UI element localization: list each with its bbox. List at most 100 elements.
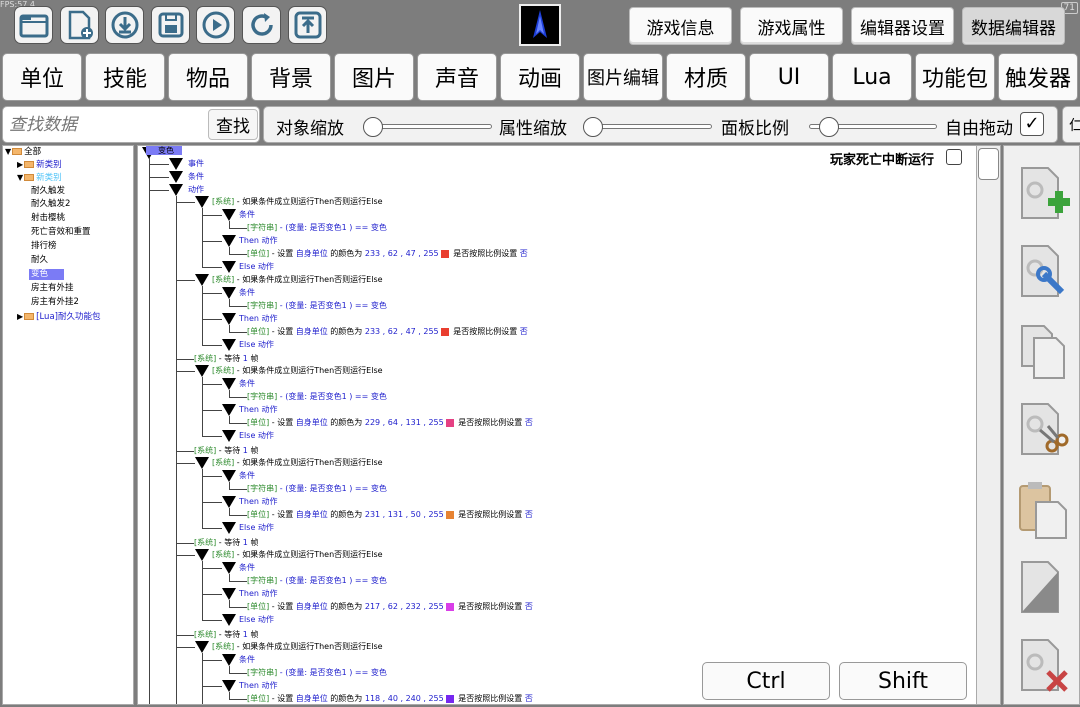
tree-leaf[interactable]: 射击樱桃	[31, 213, 65, 224]
category-item[interactable]: 物品	[168, 53, 248, 101]
wait-action[interactable]: [系统] - 等待 1 帧	[194, 354, 258, 364]
trigger-root[interactable]: 变色	[146, 146, 182, 156]
else-actions-node[interactable]: Else 动作	[239, 340, 274, 350]
tree-node-folder[interactable]: ▶ 新类别	[17, 159, 62, 171]
collapse-arrow-icon[interactable]	[169, 171, 183, 183]
collapse-arrow-icon[interactable]	[169, 158, 183, 170]
string-compare-condition[interactable]: [字符串] - (变量: 是否变色1 ) == 变色	[247, 223, 387, 233]
then-actions-node[interactable]: Then 动作	[239, 405, 278, 415]
collapse-arrow-icon[interactable]	[195, 549, 209, 561]
ctrl-key-button[interactable]: Ctrl	[702, 662, 830, 700]
search-input[interactable]	[9, 113, 205, 137]
if-then-else-action[interactable]: [系统] - 如果条件成立则运行Then否则运行Else	[212, 458, 383, 468]
then-actions-node[interactable]: Then 动作	[239, 589, 278, 599]
tab-game-attributes[interactable]: 游戏属性	[740, 7, 843, 45]
else-actions-node[interactable]: Else 动作	[239, 431, 274, 441]
category-image[interactable]: 图片	[334, 53, 414, 101]
wait-action[interactable]: [系统] - 等待 1 帧	[194, 446, 258, 456]
if-condition-node[interactable]: 条件	[239, 563, 255, 573]
category-trigger[interactable]: 触发器	[998, 53, 1078, 101]
collapse-arrow-icon[interactable]	[222, 496, 236, 508]
collapse-arrow-icon[interactable]	[222, 287, 236, 299]
set-color-action[interactable]: [单位] - 设置 自身单位 的颜色为 231 , 131 , 50 , 255…	[247, 510, 533, 520]
page-button[interactable]	[1018, 558, 1070, 618]
wait-action[interactable]: [系统] - 等待 1 帧	[194, 630, 258, 640]
panel-ratio-slider[interactable]	[809, 117, 937, 137]
tree-node-all[interactable]: ▼ 全部	[5, 146, 41, 158]
condition-node[interactable]: 条件	[188, 172, 204, 182]
tree-node-folder-open[interactable]: ▼ 新类别	[17, 172, 62, 184]
category-lua[interactable]: Lua	[832, 53, 912, 101]
category-unit[interactable]: 单位	[2, 53, 82, 101]
collapse-arrow-icon[interactable]	[222, 562, 236, 574]
tree-leaf-selected[interactable]: 变色	[29, 269, 64, 280]
object-zoom-slider[interactable]	[363, 117, 492, 137]
overflow-control[interactable]: 仁	[1062, 106, 1080, 143]
collapse-arrow-icon[interactable]	[222, 522, 236, 534]
collapse-arrow-icon[interactable]	[222, 235, 236, 247]
play-button[interactable]	[196, 6, 235, 44]
category-image-edit[interactable]: 图片编辑	[583, 53, 663, 101]
attribute-zoom-slider[interactable]	[583, 117, 712, 137]
delete-button[interactable]	[1018, 636, 1070, 696]
if-condition-node[interactable]: 条件	[239, 210, 255, 220]
then-actions-node[interactable]: Then 动作	[239, 681, 278, 691]
collapse-arrow-icon[interactable]	[195, 457, 209, 469]
collapse-arrow-icon[interactable]	[222, 470, 236, 482]
then-actions-node[interactable]: Then 动作	[239, 236, 278, 246]
collapse-arrow-icon[interactable]	[222, 313, 236, 325]
add-button[interactable]	[1018, 164, 1070, 224]
collapse-arrow-icon[interactable]	[222, 680, 236, 692]
category-animation[interactable]: 动画	[500, 53, 580, 101]
event-node[interactable]: 事件	[188, 159, 204, 169]
upload-button[interactable]	[288, 6, 327, 44]
collapse-arrow-icon[interactable]	[222, 339, 236, 351]
new-file-button[interactable]	[60, 6, 99, 44]
tree-leaf[interactable]: 死亡音效和重置	[31, 227, 91, 238]
if-condition-node[interactable]: 条件	[239, 471, 255, 481]
collapse-arrow-icon[interactable]	[222, 654, 236, 666]
tree-leaf[interactable]: 耐久	[31, 255, 48, 266]
if-then-else-action[interactable]: [系统] - 如果条件成立则运行Then否则运行Else	[212, 642, 383, 652]
tree-leaf[interactable]: 排行榜	[31, 241, 57, 252]
tab-data-editor[interactable]: 数据编辑器	[962, 7, 1065, 45]
wait-action[interactable]: [系统] - 等待 1 帧	[194, 538, 258, 548]
set-color-action[interactable]: [单位] - 设置 自身单位 的颜色为 229 , 64 , 131 , 255…	[247, 418, 533, 428]
collapse-arrow-icon[interactable]	[195, 196, 209, 208]
category-material[interactable]: 材质	[666, 53, 746, 101]
tree-leaf[interactable]: 房主有外挂	[31, 283, 74, 294]
string-compare-condition[interactable]: [字符串] - (变量: 是否变色1 ) == 变色	[247, 668, 387, 678]
vertical-scrollbar[interactable]	[976, 146, 1000, 704]
else-actions-node[interactable]: Else 动作	[239, 262, 274, 272]
category-ui[interactable]: UI	[749, 53, 829, 101]
tree-leaf[interactable]: 耐久触发2	[31, 199, 70, 210]
collapse-arrow-icon[interactable]	[222, 261, 236, 273]
set-color-action[interactable]: [单位] - 设置 自身单位 的颜色为 118 , 40 , 240 , 255…	[247, 694, 533, 704]
collapse-arrow-icon[interactable]	[169, 184, 183, 196]
string-compare-condition[interactable]: [字符串] - (变量: 是否变色1 ) == 变色	[247, 301, 387, 311]
edit-button[interactable]	[1018, 242, 1070, 302]
refresh-button[interactable]	[242, 6, 281, 44]
slider-knob[interactable]	[363, 117, 383, 137]
string-compare-condition[interactable]: [字符串] - (变量: 是否变色1 ) == 变色	[247, 392, 387, 402]
category-package[interactable]: 功能包	[915, 53, 995, 101]
collapse-arrow-icon[interactable]	[222, 404, 236, 416]
if-then-else-action[interactable]: [系统] - 如果条件成立则运行Then否则运行Else	[212, 197, 383, 207]
copy-button[interactable]	[1018, 322, 1070, 382]
set-color-action[interactable]: [单位] - 设置 自身单位 的颜色为 233 , 62 , 47 , 255 …	[247, 249, 528, 259]
slider-knob[interactable]	[819, 117, 839, 137]
tab-game-info[interactable]: 游戏信息	[629, 7, 732, 45]
tree-leaf[interactable]: 房主有外挂2	[31, 297, 79, 308]
collapse-arrow-icon[interactable]	[222, 614, 236, 626]
collapse-arrow-icon[interactable]	[195, 365, 209, 377]
set-color-action[interactable]: [单位] - 设置 自身单位 的颜色为 233 , 62 , 47 , 255 …	[247, 327, 528, 337]
if-condition-node[interactable]: 条件	[239, 288, 255, 298]
then-actions-node[interactable]: Then 动作	[239, 314, 278, 324]
tab-editor-settings[interactable]: 编辑器设置	[851, 7, 954, 45]
download-button[interactable]	[105, 6, 144, 44]
else-actions-node[interactable]: Else 动作	[239, 523, 274, 533]
set-color-action[interactable]: [单位] - 设置 自身单位 的颜色为 217 , 62 , 232 , 255…	[247, 602, 533, 612]
shift-key-button[interactable]: Shift	[839, 662, 967, 700]
tree-leaf[interactable]: 耐久触发	[31, 186, 65, 197]
scrollbar-thumb[interactable]	[978, 148, 999, 180]
